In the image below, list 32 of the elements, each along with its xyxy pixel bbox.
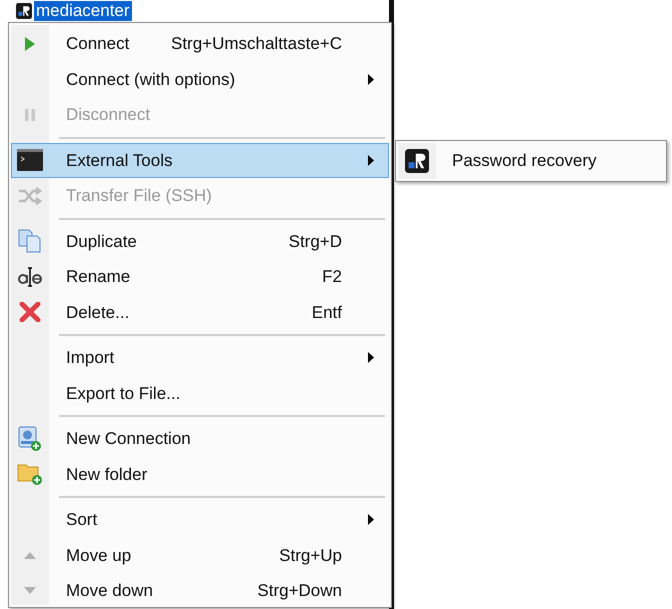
submenu-arrow-icon [368,514,374,526]
submenu-arrow-icon [368,74,374,85]
up-triangle-icon [24,552,36,559]
terminal-icon [17,149,43,172]
rename-icon [17,266,43,288]
play-icon [24,36,36,52]
app-icon [405,149,429,173]
down-triangle-icon [24,587,36,594]
menu-item[interactable]: Move down Strg+Down [11,573,389,608]
menu-item[interactable]: Move up Strg+Up [11,538,389,573]
menu-item[interactable]: Password recovery [398,143,664,179]
menu-item[interactable]: New Connection [11,421,389,456]
menu-item[interactable]: Export to File... [11,376,389,411]
menu-item[interactable]: New folder [11,456,389,492]
new-connection-icon [18,426,42,452]
menu-item[interactable]: External Tools [11,142,389,178]
app-icon [16,3,32,19]
menu-item[interactable]: Connect Strg+Umschalttaste+C [11,26,389,62]
new-folder-icon [17,462,43,486]
pause-icon [25,108,35,121]
submenu-arrow-icon [368,154,374,166]
menu-item[interactable]: Rename F2 [11,259,389,294]
menu-item[interactable]: Import [11,340,389,376]
menu-item[interactable]: Duplicate Strg+D [11,224,389,259]
menu-item[interactable]: Delete... Entf [11,294,389,330]
copy-icon [18,229,42,254]
submenu-arrow-icon [368,352,374,364]
menu-item[interactable]: Connect (with options) [11,62,389,97]
tree-node[interactable]: mediacenter [34,1,132,21]
menu-item[interactable]: Sort [11,502,389,538]
delete-icon [19,302,41,322]
shuffle-icon [18,186,42,205]
